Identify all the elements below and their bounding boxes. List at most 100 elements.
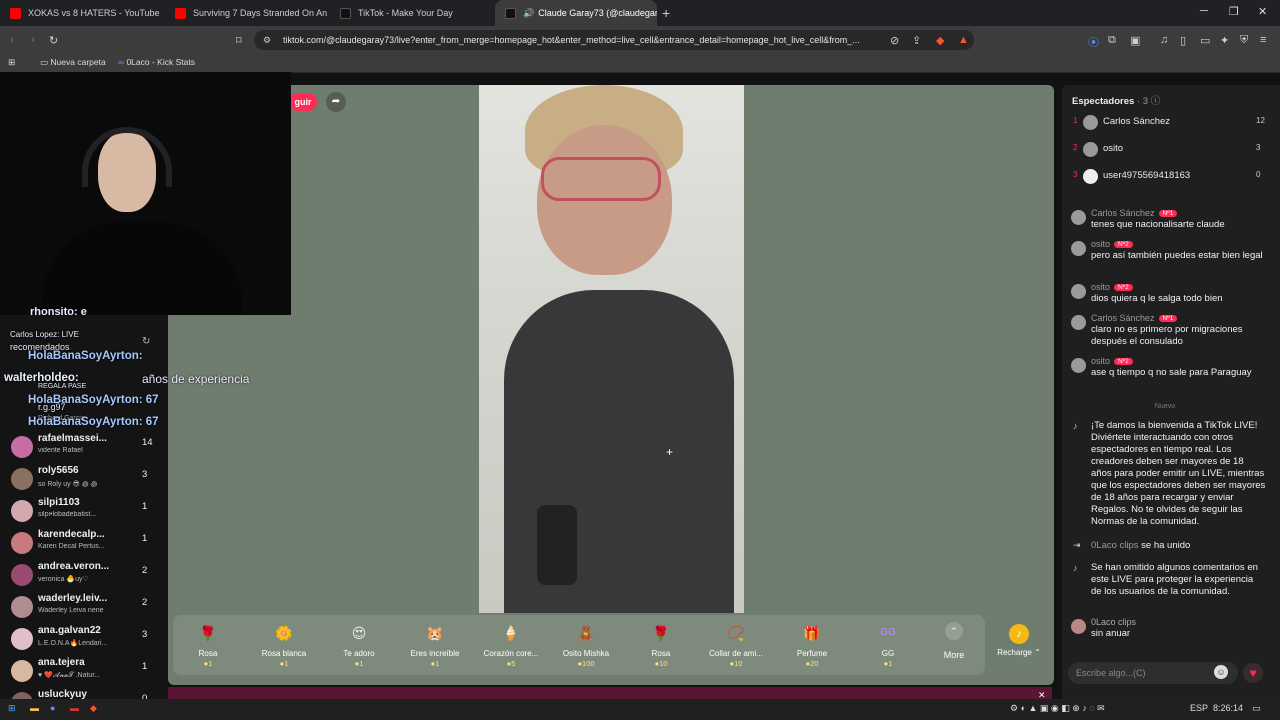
brave-shield-icon[interactable]: ◆ xyxy=(936,34,944,47)
avatar[interactable] xyxy=(1071,619,1086,634)
language-indicator[interactable]: ESP xyxy=(1190,703,1208,713)
gift-item[interactable]: 🐹 Eres increíble ●1 xyxy=(399,620,471,668)
more-gifts-button[interactable]: ⌃ More xyxy=(938,622,970,660)
avatar[interactable] xyxy=(1071,358,1086,373)
translate-icon[interactable]: ⊘ xyxy=(890,34,899,47)
overlay-user-sub: ♥ ❤️𝓐𝓷𝓪𝓣 .Natur... xyxy=(38,672,101,679)
back-icon[interactable]: ‹ xyxy=(10,34,14,46)
gift-price: ●5 xyxy=(475,659,547,668)
comment-text: ase q tiempo q no sale para Paraguay xyxy=(1091,367,1252,378)
file-explorer-icon[interactable]: ▬ xyxy=(30,703,39,713)
like-icon[interactable]: ♥ xyxy=(1243,663,1263,683)
tray-icons[interactable]: ⚙ ◐ ▲ ▣ ◉ ◧ ⊕ ♪ ◌ ✉ xyxy=(1010,703,1105,714)
minimize-icon[interactable]: ─ xyxy=(1200,5,1208,17)
comment-input[interactable]: Escribe algo...(C) ☺ xyxy=(1068,662,1238,684)
tab-tiktok-live[interactable]: 🔊 Claude Garay73 (@claudegar ✕ xyxy=(495,0,657,26)
gift-item[interactable]: GG GG ●1 xyxy=(852,620,924,668)
media-icon[interactable]: ♫ xyxy=(1160,34,1168,46)
comment-user[interactable]: osito Nº2 xyxy=(1091,356,1133,366)
discord-icon[interactable]: ● xyxy=(50,703,55,713)
gift-item[interactable]: 📿 Collar de ami... ●10 xyxy=(700,620,772,668)
windows-start-icon[interactable]: ⊞ xyxy=(8,703,16,714)
bookmark-kick-stats[interactable]: ∞ 0Laco - Kick Stats xyxy=(118,57,195,67)
join-user[interactable]: 0Laco clips xyxy=(1091,540,1139,551)
gift-item[interactable]: 🍦 Corazón core... ●5 xyxy=(475,620,547,668)
gift-item[interactable]: 🌼 Rosa blanca ●1 xyxy=(248,620,320,668)
kick-icon: ∞ xyxy=(118,57,125,67)
overlay-chat-row: roly5656 so Roly uy 😎 ꩜ ꩜ 3 xyxy=(0,465,160,495)
comment-user[interactable]: osito Nº2 xyxy=(1091,282,1133,292)
app-icon[interactable]: ▬ xyxy=(70,703,79,713)
comment-user[interactable]: osito Nº2 xyxy=(1091,239,1133,249)
avatar[interactable] xyxy=(1071,315,1086,330)
brave-rewards-icon[interactable]: ▲ xyxy=(958,34,969,46)
extensions-icon[interactable]: ⧉ xyxy=(1108,34,1116,47)
tab-tiktok-home[interactable]: TikTok - Make Your Day xyxy=(330,0,495,26)
overlay-msg: HolaBanaSoyAyrton: 67 xyxy=(28,394,159,406)
gift-item[interactable]: 🌹 Rosa ●10 xyxy=(625,620,697,668)
wallet-icon[interactable]: ⦿ xyxy=(1088,34,1099,50)
gift-price-value: 100 xyxy=(582,659,595,668)
live-video[interactable] xyxy=(479,85,744,613)
bookmark-folder[interactable]: ▭ Nueva carpeta xyxy=(40,57,106,68)
share-icon[interactable]: ⇪ xyxy=(912,34,921,47)
tab-title: Surviving 7 Days Stranded On An Isl xyxy=(193,8,330,18)
wallet2-icon[interactable]: ▭ xyxy=(1200,34,1210,47)
tab-search-icon[interactable]: ▣ xyxy=(1130,34,1140,47)
overlay-user-sub: Waderley Leiva nene xyxy=(38,607,104,614)
bookmark-icon[interactable]: ⌑ xyxy=(236,34,242,47)
site-info-icon[interactable]: ⚙ xyxy=(263,35,271,46)
tab-youtube-surviving[interactable]: Surviving 7 Days Stranded On An Isl xyxy=(165,0,330,26)
overlay-user-count: 14 xyxy=(142,437,153,448)
close-window-icon[interactable]: ✕ xyxy=(1258,5,1267,18)
avatar xyxy=(11,532,33,554)
info-icon[interactable]: ⓘ xyxy=(1151,96,1161,107)
vpn-icon[interactable]: ⛨ xyxy=(1240,34,1248,47)
rank-badge: Nº2 xyxy=(1114,284,1133,291)
gift-item[interactable]: 🎁 Perfume ●20 xyxy=(776,620,848,668)
avatar[interactable] xyxy=(1071,284,1086,299)
rank-badge: Nº2 xyxy=(1114,241,1133,248)
overlay-user-name: roly5656 xyxy=(38,465,79,476)
overlay-msg: años de experiencia xyxy=(142,372,250,386)
gift-icon: 😍 xyxy=(351,625,367,641)
gift-item[interactable]: 🌹 Rosa ●1 xyxy=(172,620,244,668)
comment-user[interactable]: Carlos Sánchez Nº1 xyxy=(1091,208,1178,218)
notifications-icon[interactable]: ▭ xyxy=(1252,703,1261,714)
tiktok-icon: ♪ xyxy=(1073,421,1078,431)
leo-icon[interactable]: ✦ xyxy=(1220,34,1229,47)
brave-icon[interactable]: ◆ xyxy=(90,703,97,714)
avatar[interactable] xyxy=(1071,241,1086,256)
avatar xyxy=(1083,115,1098,130)
gift-price-value: 1 xyxy=(435,659,440,668)
follow-button[interactable]: guir xyxy=(289,93,317,111)
forward-icon[interactable]: › xyxy=(31,34,35,46)
recharge-button[interactable]: ♪ Recharge ⌃ xyxy=(992,618,1046,657)
gift-icon: 🍦 xyxy=(502,625,520,641)
reload-icon[interactable]: ↻ xyxy=(49,34,58,47)
sidebar-icon[interactable]: ▯ xyxy=(1180,34,1186,47)
gift-icon: 🌹 xyxy=(199,625,217,641)
gift-item[interactable]: 🧸 Osito Mishka ●100 xyxy=(550,620,622,668)
emoji-icon[interactable]: ☺ xyxy=(1214,665,1228,679)
refresh-icon[interactable]: ↻ xyxy=(142,336,150,347)
clock[interactable]: 8:26:14 xyxy=(1213,703,1243,713)
gift-price: ●20 xyxy=(776,659,848,668)
viewers-count: · 3 xyxy=(1136,96,1149,107)
gift-price: ●1 xyxy=(248,659,320,668)
youtube-icon xyxy=(175,7,186,19)
tab-title: XOKAS vs 8 HATERS - YouTube xyxy=(28,8,160,18)
menu-icon[interactable]: ≡ xyxy=(1260,34,1266,46)
comment-user[interactable]: 0Laco clips xyxy=(1091,617,1136,627)
avatar[interactable] xyxy=(1071,210,1086,225)
tab-title: TikTok - Make Your Day xyxy=(358,8,453,18)
comment-user[interactable]: Carlos Sánchez Nº1 xyxy=(1091,313,1178,323)
overlay-user-count: 3 xyxy=(142,469,148,480)
apps-icon[interactable]: ⊞ xyxy=(8,57,15,68)
restore-icon[interactable]: ❐ xyxy=(1229,5,1239,18)
new-tab-button[interactable]: + xyxy=(662,0,682,26)
tab-youtube-xokas[interactable]: XOKAS vs 8 HATERS - YouTube xyxy=(0,0,165,26)
gift-item[interactable]: 😍 Te adoro ●1 xyxy=(323,620,395,668)
overlay-chat-row: karendecalp... Karen Decal Pertus... 1 xyxy=(0,529,160,559)
share-stream-button[interactable]: ➦ xyxy=(326,92,346,112)
